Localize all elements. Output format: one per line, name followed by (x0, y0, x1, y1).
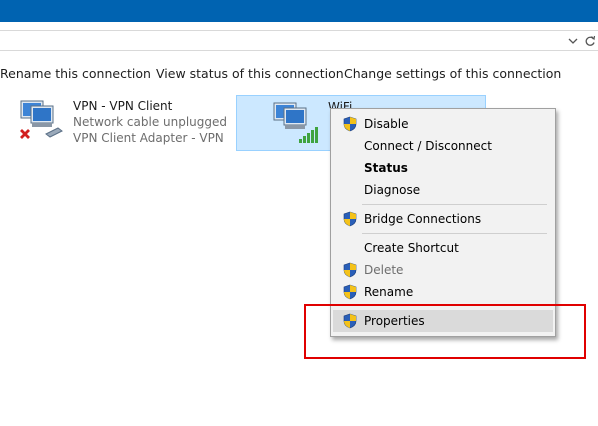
menu-item-label: Delete (364, 263, 404, 277)
menu-item-label: Status (364, 161, 408, 175)
menu-item-connect-disconnect[interactable]: Connect / Disconnect (333, 135, 553, 157)
uac-shield-icon (342, 262, 358, 278)
rename-connection-button[interactable]: Rename this connection (0, 66, 151, 81)
menu-item-label: Diagnose (364, 183, 421, 197)
refresh-icon[interactable] (583, 33, 597, 49)
uac-shield-icon (342, 211, 358, 227)
command-bar: Rename this connection View status of th… (0, 58, 598, 88)
menu-separator (362, 233, 547, 234)
menu-item-bridge-connections[interactable]: Bridge Connections (333, 208, 553, 230)
address-bar[interactable] (0, 30, 598, 51)
menu-item-label: Connect / Disconnect (364, 139, 492, 153)
chevron-down-icon[interactable] (566, 33, 580, 49)
wifi-adapter-icon (273, 102, 323, 148)
vpn-adapter-status: Network cable unplugged (73, 115, 228, 129)
menu-item-label: Disable (364, 117, 409, 131)
menu-item-diagnose[interactable]: Diagnose (333, 179, 553, 201)
menu-item-disable[interactable]: Disable (333, 113, 553, 135)
context-menu: Disable Connect / Disconnect Status Diag… (330, 108, 556, 337)
annotation-highlight-box (304, 304, 586, 359)
menu-separator (362, 204, 547, 205)
network-adapter-icon (18, 98, 68, 148)
vpn-adapter-device: VPN Client Adapter - VPN (73, 131, 224, 145)
vpn-adapter-item[interactable]: VPN - VPN Client Network cable unplugged… (18, 98, 228, 150)
menu-item-status[interactable]: Status (333, 157, 553, 179)
uac-shield-icon (342, 116, 358, 132)
menu-item-label: Rename (364, 285, 414, 299)
uac-shield-icon (342, 284, 358, 300)
menu-item-delete: Delete (333, 259, 553, 281)
menu-item-label: Bridge Connections (364, 212, 482, 226)
change-settings-button[interactable]: Change settings of this connection (344, 66, 561, 81)
menu-item-rename[interactable]: Rename (333, 281, 553, 303)
menu-item-create-shortcut[interactable]: Create Shortcut (333, 237, 553, 259)
vpn-adapter-name: VPN - VPN Client (73, 99, 173, 113)
window-titlebar (0, 0, 598, 22)
menu-item-label: Create Shortcut (364, 241, 459, 255)
view-status-button[interactable]: View status of this connection (156, 66, 344, 81)
